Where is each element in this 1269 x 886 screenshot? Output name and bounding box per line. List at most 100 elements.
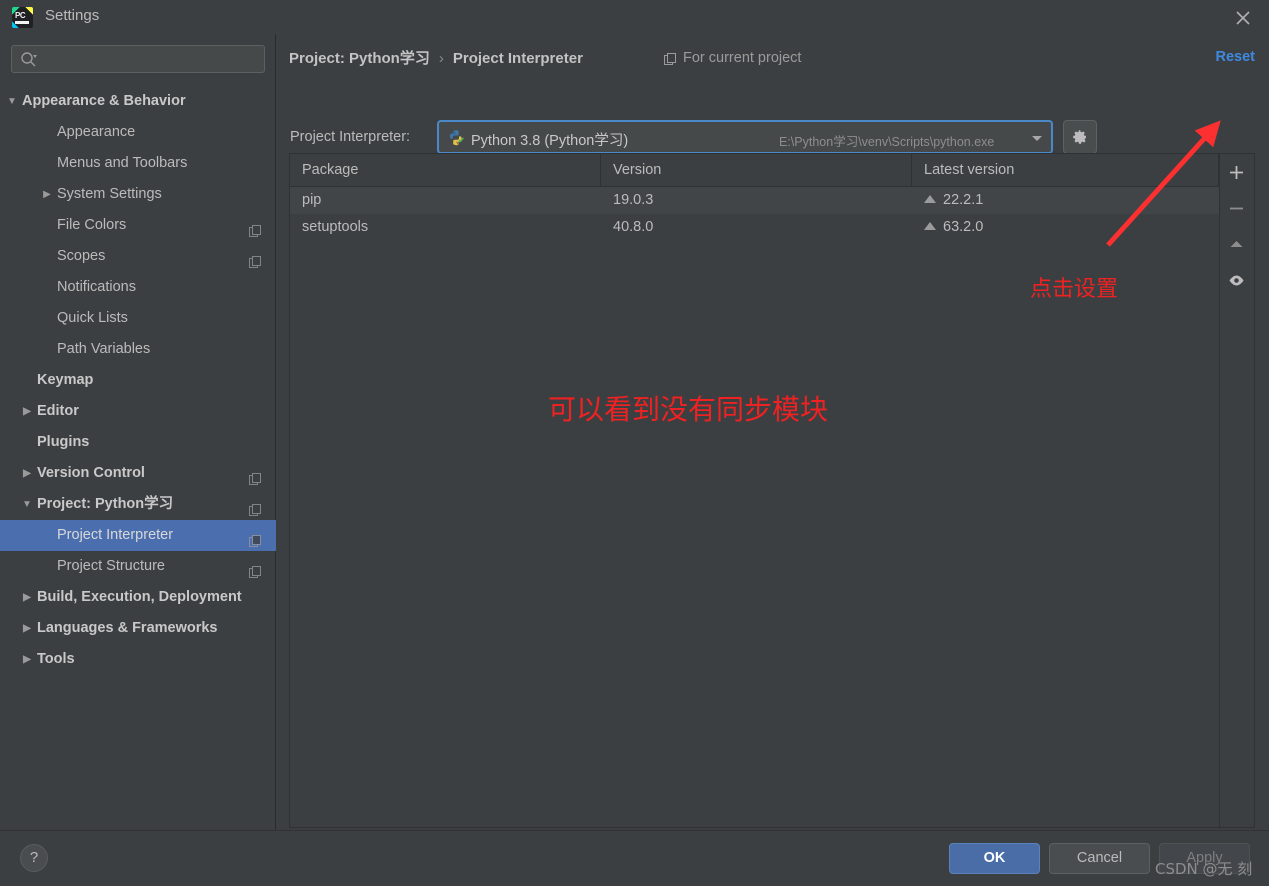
sidebar-item-label: Project: Python学习 (37, 496, 174, 512)
sidebar-item-project-structure[interactable]: Project Structure (0, 551, 276, 582)
chevron-right-icon[interactable]: ▶ (20, 458, 34, 489)
sidebar-item-label: System Settings (57, 186, 162, 202)
packages-panel: Package Version Latest version pip 19.0.3… (289, 153, 1220, 828)
sidebar-item-editor[interactable]: ▶ Editor (0, 396, 276, 427)
copy-icon (249, 219, 262, 237)
packages-toolbar (1220, 153, 1255, 828)
sidebar-item-build-execution-deployment[interactable]: ▶ Build, Execution, Deployment (0, 582, 276, 613)
sidebar-item-label: Build, Execution, Deployment (37, 589, 242, 605)
python-venv-icon (450, 130, 464, 146)
settings-dialog: PC Settings ▼ Appearance & Behavior Appear… (0, 0, 1269, 886)
sidebar-item-label: Menus and Toolbars (57, 155, 188, 171)
sidebar-item-path-variables[interactable]: Path Variables (0, 334, 276, 365)
up-triangle-icon (924, 222, 936, 230)
sidebar-item-label: Appearance & Behavior (22, 93, 186, 109)
pycharm-logo-bar (15, 21, 29, 24)
sidebar-item-file-colors[interactable]: File Colors (0, 210, 276, 241)
sidebar-item-languages-frameworks[interactable]: ▶ Languages & Frameworks (0, 613, 276, 644)
up-triangle-icon (924, 195, 936, 203)
sidebar-item-scopes[interactable]: Scopes (0, 241, 276, 272)
apply-button[interactable]: Apply (1159, 843, 1250, 874)
table-row[interactable]: setuptools 40.8.0 63.2.0 (290, 214, 1219, 241)
search-input[interactable] (11, 45, 265, 73)
sidebar-item-label: Editor (37, 403, 79, 419)
add-package-button[interactable] (1220, 154, 1253, 190)
chevron-right-icon[interactable]: ▶ (20, 644, 34, 675)
latest-version-text: 63.2.0 (943, 219, 984, 235)
sidebar-item-label: Scopes (57, 248, 106, 264)
cell-latest-version: 63.2.0 (912, 214, 1219, 241)
sidebar-item-menus-and-toolbars[interactable]: Menus and Toolbars (0, 148, 276, 179)
copy-icon (249, 560, 262, 578)
show-early-releases-button[interactable] (1220, 262, 1253, 298)
latest-version-text: 22.2.1 (943, 192, 984, 208)
breadcrumb-separator: › (438, 50, 444, 67)
remove-package-button[interactable] (1220, 190, 1253, 226)
settings-sidebar: ▼ Appearance & Behavior Appearance Menus an… (0, 34, 276, 830)
dialog-footer: ? OK Cancel Apply (0, 830, 1269, 886)
help-button[interactable]: ? (20, 844, 48, 872)
breadcrumb-current: Project Interpreter (452, 50, 583, 67)
column-header-latest-version[interactable]: Latest version (912, 153, 1219, 187)
copy-icon (249, 529, 262, 547)
sidebar-item-label: Keymap (37, 372, 94, 388)
sidebar-item-appearance[interactable]: Appearance (0, 117, 276, 148)
interpreter-path: E:\Python学习\venv\Scripts\python.exe (779, 135, 995, 149)
ok-button[interactable]: OK (949, 843, 1040, 874)
chevron-down-icon[interactable]: ▼ (20, 489, 34, 520)
sidebar-item-label: Tools (37, 651, 75, 667)
pycharm-logo-icon: PC (12, 7, 33, 28)
sidebar-item-label: Plugins (37, 434, 90, 450)
cell-latest-version: 22.2.1 (912, 187, 1219, 214)
column-header-version[interactable]: Version (601, 153, 912, 187)
sidebar-item-system-settings[interactable]: ▶ System Settings (0, 179, 276, 210)
chevron-right-icon[interactable]: ▶ (20, 613, 34, 644)
close-icon[interactable] (1231, 6, 1255, 30)
breadcrumb-parent[interactable]: Project: Python学习 (289, 50, 430, 67)
sidebar-item-label: Quick Lists (57, 310, 128, 326)
cell-package: pip (302, 192, 322, 208)
column-header-package[interactable]: Package (290, 153, 601, 187)
main-panel: Project: Python学习 › Project Interpreter Fo… (276, 34, 1269, 830)
title-bar: PC Settings (0, 0, 1269, 34)
table-row[interactable]: pip 19.0.3 22.2.1 (290, 187, 1219, 214)
reset-link[interactable]: Reset (1216, 49, 1256, 65)
pycharm-logo-text: PC (15, 11, 26, 20)
sidebar-item-appearance-behavior[interactable]: ▼ Appearance & Behavior (0, 86, 276, 117)
sidebar-item-version-control[interactable]: ▶ Version Control (0, 458, 276, 489)
sidebar-item-project-interpreter[interactable]: Project Interpreter (0, 520, 276, 551)
packages-table: Package Version Latest version pip 19.0.3… (290, 153, 1219, 241)
sidebar-item-project-python[interactable]: ▼ Project: Python学习 (0, 489, 276, 520)
copy-icon (249, 467, 262, 485)
sidebar-item-notifications[interactable]: Notifications (0, 272, 276, 303)
interpreter-settings-gear-button[interactable] (1063, 120, 1097, 154)
breadcrumb: Project: Python学习 › Project Interpreter (289, 47, 583, 68)
cell-version: 40.8.0 (613, 219, 654, 235)
chevron-right-icon[interactable]: ▶ (20, 582, 34, 613)
settings-tree: ▼ Appearance & Behavior Appearance Menus an… (0, 86, 276, 675)
sidebar-item-label: Languages & Frameworks (37, 620, 218, 636)
sidebar-item-keymap[interactable]: Keymap (0, 365, 276, 396)
sidebar-item-label: Project Interpreter (57, 527, 174, 543)
chevron-down-icon[interactable] (1029, 133, 1045, 143)
sidebar-item-quick-lists[interactable]: Quick Lists (0, 303, 276, 334)
search-field[interactable] (11, 45, 265, 73)
interpreter-combobox[interactable]: Python 3.8 (Python学习) E:\Python学习\venv\S… (437, 120, 1053, 154)
cell-version: 19.0.3 (613, 192, 654, 208)
interpreter-label: Project Interpreter: (290, 129, 411, 145)
sidebar-item-label: Appearance (57, 124, 136, 140)
sidebar-item-label: Project Structure (57, 558, 165, 574)
sidebar-item-plugins[interactable]: Plugins (0, 427, 276, 458)
copy-icon (249, 498, 262, 516)
copy-icon (664, 53, 676, 65)
chevron-right-icon[interactable]: ▶ (40, 179, 54, 210)
sidebar-item-tools[interactable]: ▶ Tools (0, 644, 276, 675)
window-title: Settings (45, 7, 100, 24)
interpreter-name: Python 3.8 (Python学习) (471, 133, 629, 149)
gear-icon (1073, 130, 1086, 144)
chevron-right-icon[interactable]: ▶ (20, 396, 34, 427)
upgrade-package-button[interactable] (1220, 226, 1253, 262)
cancel-button[interactable]: Cancel (1049, 843, 1150, 874)
chevron-down-icon[interactable]: ▼ (5, 86, 19, 117)
sidebar-item-label: Path Variables (57, 341, 151, 357)
